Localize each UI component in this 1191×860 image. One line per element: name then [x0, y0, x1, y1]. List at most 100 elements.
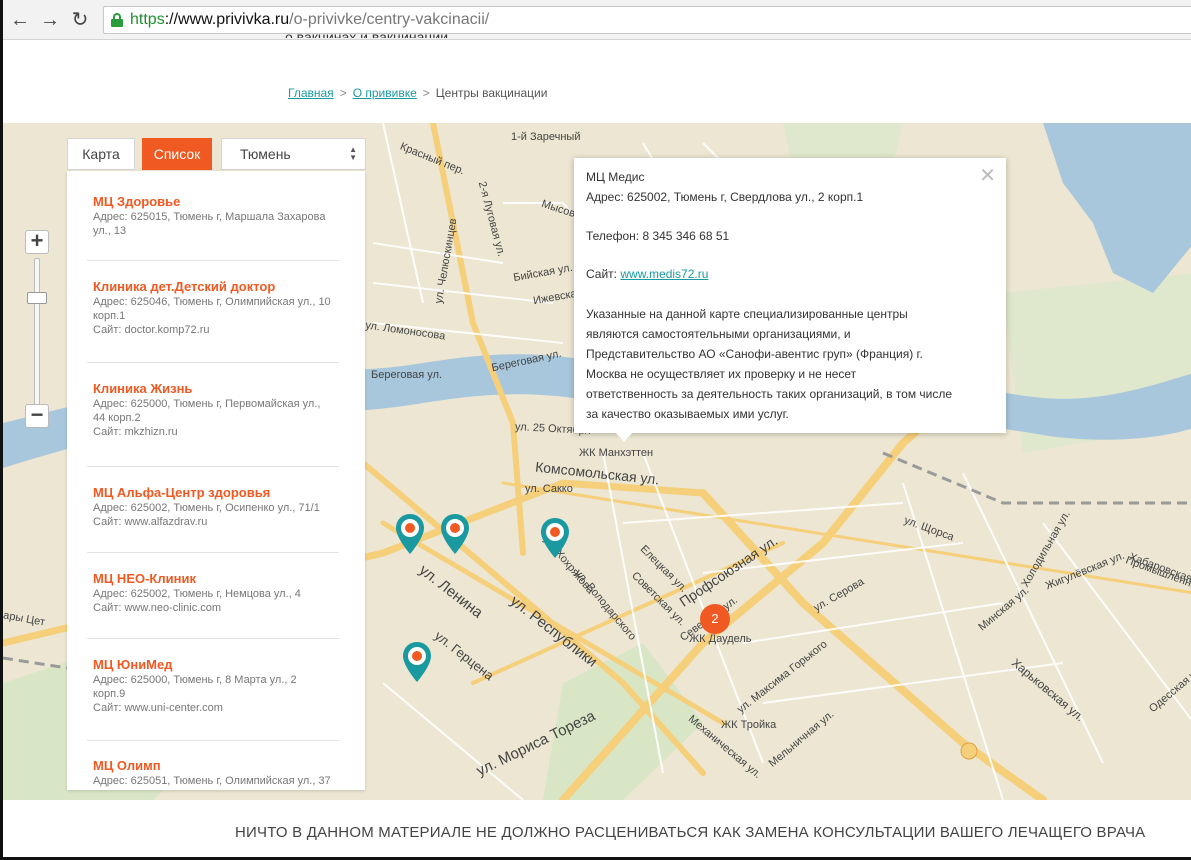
- street: [622, 502, 904, 524]
- list-item[interactable]: Клиника дет.Детский доктор Адрес: 625046…: [93, 278, 343, 337]
- clinic-list[interactable]: МЦ Здоровье Адрес: 625015, Тюмень г, Мар…: [67, 171, 365, 790]
- road: [501, 481, 1191, 595]
- popup-disclaimer-line: являются самостоятельными организациями,…: [586, 327, 851, 341]
- clinic-name[interactable]: МЦ Здоровье: [93, 193, 343, 210]
- map-label: ЖК Тройка: [721, 719, 777, 731]
- road: [699, 489, 1047, 800]
- map-label: ЖК Манхэттен: [579, 447, 654, 459]
- map-label: ЖК Даудель: [689, 633, 752, 645]
- clinic-address: ул., 13: [93, 225, 127, 237]
- clinic-site: Сайт: www.neo-clinic.com: [93, 602, 222, 614]
- clinic-address: Адрес: 625000, Тюмень г, Первомайская ул…: [93, 398, 321, 410]
- clinic-marker-icon[interactable]: [439, 512, 471, 556]
- popup-disclaimer-line: Представительство АО «Санофи-авентис гру…: [586, 347, 923, 361]
- popup-disclaimer-line: ответственность за деятельность таких ор…: [586, 387, 953, 401]
- url-scheme: https: [130, 11, 165, 28]
- popup-site-link[interactable]: www.medis72.ru: [620, 267, 708, 281]
- page: ← → ↻ https://www.privivka.ru/o-privivke…: [0, 0, 1191, 860]
- breadcrumb-separator: >: [422, 86, 430, 100]
- clinic-name[interactable]: МЦ ЮниМед: [93, 656, 343, 673]
- divider: [87, 260, 339, 261]
- street: [382, 682, 524, 800]
- cluster-marker[interactable]: 2: [700, 604, 730, 634]
- tab-map[interactable]: Карта: [67, 138, 135, 170]
- clinic-marker-icon[interactable]: [394, 512, 426, 556]
- close-icon[interactable]: ✕: [979, 166, 996, 186]
- divider: [87, 466, 339, 467]
- city-select[interactable]: Тюмень ▲ ▼: [221, 138, 366, 170]
- clinic-site: Сайт: www.uni-center.com: [93, 702, 223, 714]
- zoom-in-button[interactable]: +: [25, 230, 49, 254]
- clinic-site: Сайт: www.alfazdrav.ru: [93, 516, 208, 528]
- city-select-value: Тюмень: [240, 146, 291, 162]
- list-item[interactable]: МЦ Здоровье Адрес: 625015, Тюмень г, Мар…: [93, 193, 343, 238]
- clinic-address: Адрес: 625002, Тюмень г, Немцова ул., 4: [93, 588, 301, 600]
- address-bar[interactable]: https://www.privivka.ru/o-privivke/centr…: [103, 6, 1191, 34]
- back-arrow-icon[interactable]: ←: [9, 9, 31, 31]
- clinic-marker-icon[interactable]: [401, 640, 433, 684]
- divider: [87, 740, 339, 741]
- list-item[interactable]: МЦ ЮниМед Адрес: 625000, Тюмень г, 8 Мар…: [93, 656, 343, 715]
- zoom-out-button[interactable]: −: [25, 404, 49, 428]
- cut-heading: о вакцинах и вакцинации: [285, 29, 449, 38]
- divider: [87, 552, 339, 553]
- clinic-address: корп.1: [93, 310, 126, 322]
- popup-disclaimer-line: Указанные на данной карте специализирова…: [586, 307, 908, 321]
- forward-arrow-icon[interactable]: →: [39, 9, 61, 31]
- railway: [3, 656, 68, 670]
- popup-phone: Телефон: 8 345 346 68 51: [586, 229, 730, 243]
- divider: [87, 362, 339, 363]
- browser-toolbar: ← → ↻ https://www.privivka.ru/o-privivke…: [3, 0, 1191, 40]
- map-label: 1-й Заречный: [511, 131, 581, 143]
- map-label: ул. Сакко: [525, 483, 573, 495]
- divider: [87, 638, 339, 639]
- popup-site: Сайт: www.medis72.ru: [586, 264, 708, 284]
- map-label: Береговая ул.: [371, 369, 443, 381]
- tab-list[interactable]: Список: [142, 138, 212, 170]
- url-host: ://www.privivka.ru: [164, 11, 290, 28]
- clinic-address: Адрес: 625046, Тюмень г, Олимпийская ул.…: [93, 296, 331, 308]
- clinic-name[interactable]: МЦ Альфа-Центр здоровья: [93, 484, 343, 501]
- popup-title: МЦ Медис: [586, 170, 645, 184]
- clinic-address: Адрес: 625051, Тюмень г, Олимпийская ул.…: [93, 775, 331, 787]
- popup-pointer: [615, 432, 633, 442]
- breadcrumb-current: Центры вакцинации: [435, 86, 548, 100]
- list-item[interactable]: Клиника Жизнь Адрес: 625000, Тюмень г, П…: [93, 380, 343, 439]
- clinic-name[interactable]: Клиника дет.Детский доктор: [93, 278, 343, 295]
- clinic-name[interactable]: МЦ Олимп: [93, 757, 343, 774]
- popup-site-label: Сайт:: [586, 267, 618, 281]
- breadcrumb-section-link[interactable]: О прививке: [353, 86, 417, 100]
- popup-disclaimer-line: Москва не осуществляет их проверку и не …: [586, 367, 857, 381]
- clinic-address: корп.9: [93, 688, 126, 700]
- clinic-name[interactable]: Клиника Жизнь: [93, 380, 343, 397]
- list-item[interactable]: МЦ Олимп Адрес: 625051, Тюмень г, Олимпи…: [93, 757, 343, 788]
- url-path: /o-privivke/centry-vakcinacii/: [289, 11, 490, 28]
- breadcrumb-separator: >: [339, 86, 347, 100]
- clinic-site: Сайт: doctor.komp72.ru: [93, 324, 210, 336]
- street: [742, 602, 1004, 644]
- clinic-address: Адрес: 625002, Тюмень г, Осипенко ул., 7…: [93, 502, 320, 514]
- select-arrows-icon: ▲ ▼: [349, 145, 357, 162]
- popup-address: Адрес: 625002, Тюмень г, Свердлова ул., …: [586, 190, 864, 204]
- roundabout: [960, 742, 978, 760]
- zoom-slider-thumb[interactable]: [27, 292, 47, 304]
- clinic-address: Адрес: 625000, Тюмень г, 8 Марта ул., 2: [93, 674, 297, 686]
- info-popup: ✕ МЦ Медис Адрес: 625002, Тюмень г, Свер…: [574, 158, 1006, 433]
- clinic-name[interactable]: МЦ НЕО-Клиник: [93, 570, 343, 587]
- popup-disclaimer-line: за качество оказываемых ими услуг.: [586, 407, 789, 421]
- footer-disclaimer: НИЧТО В ДАННОМ МАТЕРИАЛЕ НЕ ДОЛЖНО РАСЦЕ…: [235, 824, 1146, 841]
- lock-icon: [111, 13, 123, 27]
- zoom-slider-track[interactable]: [34, 258, 40, 408]
- clinic-marker-icon[interactable]: [539, 516, 571, 560]
- lake: [1043, 123, 1191, 293]
- street: [372, 242, 504, 264]
- clinic-site: Сайт: mkzhizn.ru: [93, 426, 178, 438]
- breadcrumb: Главная > О прививке > Центры вакцинации: [288, 86, 547, 100]
- railway: [882, 451, 1191, 505]
- list-item[interactable]: МЦ НЕО-Клиник Адрес: 625002, Тюмень г, Н…: [93, 570, 343, 615]
- clinic-address: Адрес: 625015, Тюмень г, Маршала Захаров…: [93, 211, 326, 223]
- breadcrumb-home-link[interactable]: Главная: [288, 86, 334, 100]
- list-item[interactable]: МЦ Альфа-Центр здоровья Адрес: 625002, Т…: [93, 484, 343, 529]
- clinic-address: 44 корп.2: [93, 412, 141, 424]
- reload-icon[interactable]: ↻: [69, 9, 91, 31]
